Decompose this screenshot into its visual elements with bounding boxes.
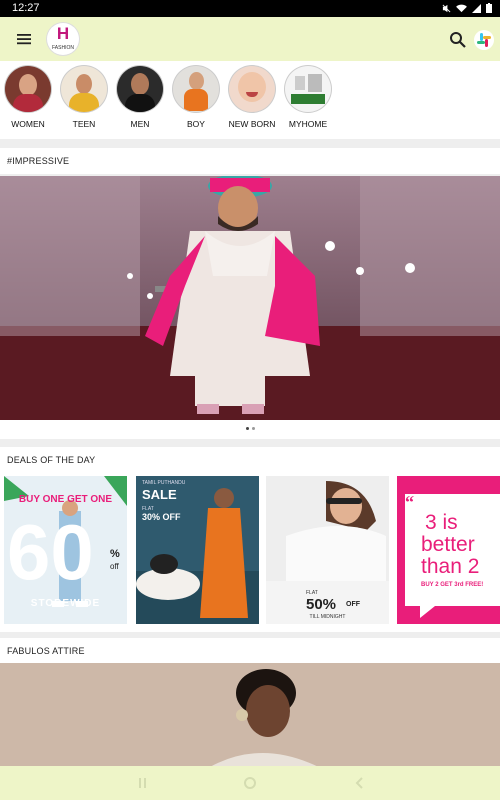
logo-letter: H <box>56 24 70 43</box>
category-image <box>229 66 275 112</box>
logo-subtitle: FASHION <box>52 45 74 51</box>
section-impressive-header: #IMPRESSIVE <box>0 148 500 174</box>
section-title: DEALS OF THE DAY <box>7 455 96 465</box>
deal-line2: better <box>421 533 475 556</box>
menu-icon[interactable] <box>14 29 34 49</box>
battery-icon <box>486 3 492 13</box>
category-label: WOMEN <box>11 119 45 129</box>
page-dot[interactable] <box>252 427 255 430</box>
back-icon[interactable] <box>354 776 364 790</box>
category-strip: WOMEN TEEN MEN BOY NEW BORN MYHOME <box>0 61 500 139</box>
deal-line3: than 2 <box>421 555 480 578</box>
section-title: FABULOS ATTIRE <box>7 646 85 656</box>
category-myhome[interactable]: MYHOME <box>280 66 336 129</box>
deal-off: OFF <box>346 601 360 608</box>
attire-banner-image <box>0 663 500 773</box>
category-label: TEEN <box>72 119 96 129</box>
banner-pagination <box>0 420 500 439</box>
signal-icon <box>472 3 481 13</box>
deal-top-text: TAMIL PUTHANDU <box>142 480 186 486</box>
category-image <box>5 66 51 112</box>
status-icons <box>442 3 492 13</box>
status-time: 12:27 <box>12 2 40 14</box>
category-teen[interactable]: TEEN <box>56 66 112 129</box>
deal-bottom-text: STOREWIDE <box>30 598 101 609</box>
recents-icon[interactable] <box>138 777 148 789</box>
deal-small-text: BUY 2 GET 3rd FREE! <box>421 582 484 588</box>
category-label: NEW BORN <box>228 119 276 129</box>
hero-banner-image <box>0 176 500 420</box>
category-image <box>61 66 107 112</box>
deal-off: off <box>110 562 119 571</box>
deal-card[interactable]: BUY ONE GET ONE 60 % off STOREWIDE <box>4 476 127 624</box>
deal-line1: 3 is <box>425 511 458 534</box>
search-icon[interactable] <box>449 31 467 49</box>
attire-banner[interactable] <box>0 663 500 773</box>
home-icon[interactable] <box>243 776 257 790</box>
deals-carousel: BUY ONE GET ONE 60 % off STOREWIDE TAMIL… <box>0 470 500 632</box>
category-image <box>173 66 219 112</box>
category-new-born[interactable]: NEW BORN <box>224 66 280 129</box>
category-boy[interactable]: BOY <box>168 66 224 129</box>
slack-icon[interactable] <box>474 30 494 50</box>
deal-card[interactable]: FLAT 50% OFF TILL MIDNIGHT <box>266 476 389 624</box>
hero-banner[interactable] <box>0 176 500 420</box>
app-logo[interactable]: H FASHION <box>47 23 79 55</box>
category-label: BOY <box>187 119 205 129</box>
deal-card[interactable]: TAMIL PUTHANDU SALE FLAT 30% OFF <box>136 476 259 624</box>
category-label: MYHOME <box>288 119 328 129</box>
navigation-bar <box>0 766 500 800</box>
mute-icon <box>442 4 451 12</box>
status-bar: 12:27 <box>0 0 500 17</box>
deal-discount: 50% <box>306 596 337 613</box>
category-image <box>117 66 163 112</box>
wifi-icon <box>456 4 467 12</box>
deal-big-number: 60 <box>7 508 94 596</box>
page-dot-active[interactable] <box>246 427 249 430</box>
category-label: MEN <box>130 119 150 129</box>
section-title: #IMPRESSIVE <box>7 156 70 166</box>
deal-discount: 30% OFF <box>142 512 181 522</box>
category-image <box>285 66 331 112</box>
deal-bottom-text: TILL MIDNIGHT <box>309 614 346 620</box>
section-attire-header: FABULOS ATTIRE <box>0 638 500 664</box>
deal-card[interactable]: “ 3 is better than 2 BUY 2 GET 3rd FREE! <box>397 476 500 624</box>
svg-text:“: “ <box>405 492 414 512</box>
category-women[interactable]: WOMEN <box>0 66 56 129</box>
deal-percent: % <box>110 548 120 560</box>
category-men[interactable]: MEN <box>112 66 168 129</box>
deal-headline: SALE <box>142 487 177 502</box>
app-bar: H FASHION <box>0 17 500 61</box>
deal-top-text: BUY ONE GET ONE <box>18 494 113 505</box>
